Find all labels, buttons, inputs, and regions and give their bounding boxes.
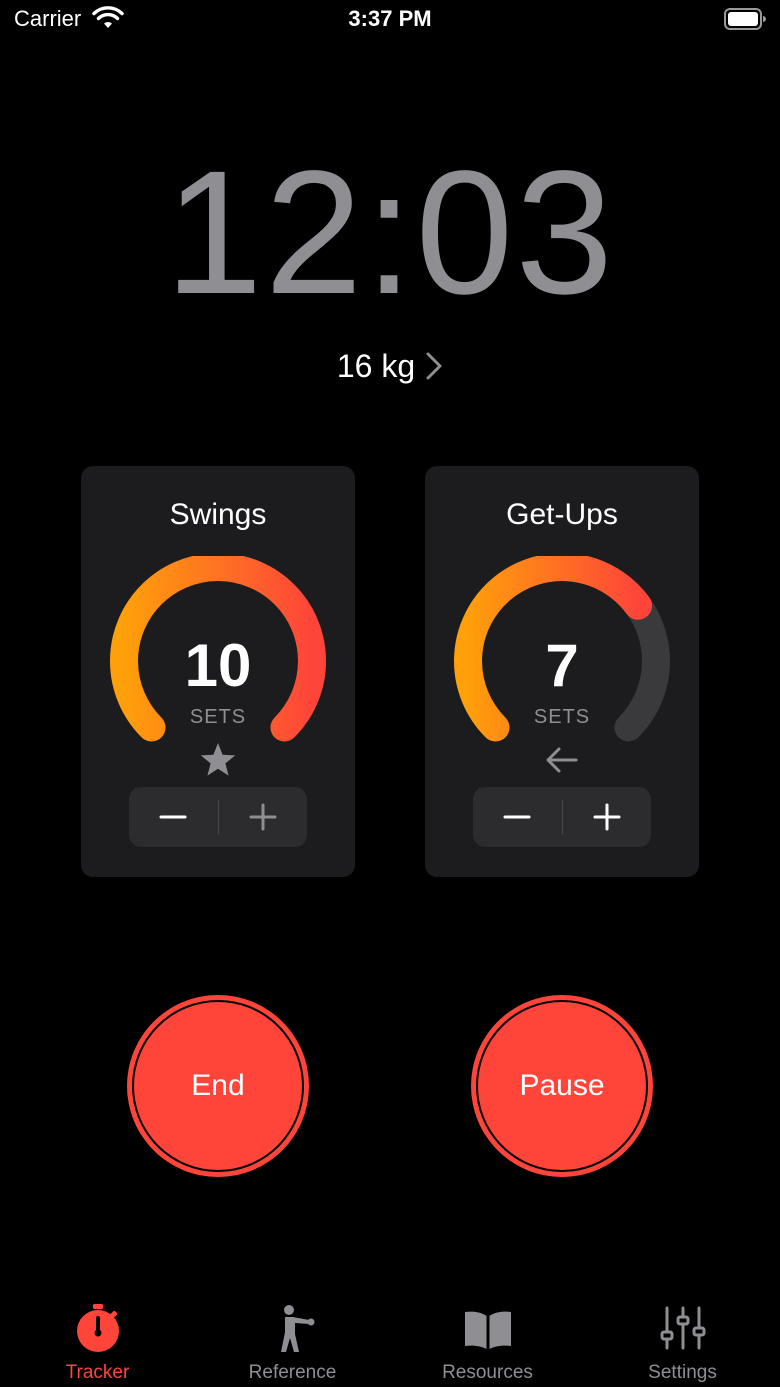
decrement-button[interactable] bbox=[129, 787, 218, 847]
exercise-title: Get-Ups bbox=[506, 498, 618, 531]
sets-count: 7 bbox=[545, 632, 579, 699]
battery-icon bbox=[724, 8, 766, 30]
exercise-card-getups: Get-Ups 7 SETS bbox=[425, 466, 699, 877]
arrow-left-icon bbox=[546, 747, 578, 773]
increment-button[interactable] bbox=[219, 787, 308, 847]
book-icon bbox=[465, 1311, 511, 1349]
end-button-label: End bbox=[191, 1069, 245, 1102]
tab-resources[interactable]: Resources bbox=[390, 1290, 585, 1387]
increment-button[interactable] bbox=[563, 787, 652, 847]
minus-icon bbox=[503, 815, 531, 819]
sets-unit-label: SETS bbox=[533, 706, 591, 728]
minus-icon bbox=[159, 815, 187, 819]
chevron-right-icon bbox=[426, 352, 442, 380]
tab-settings[interactable]: Settings bbox=[585, 1290, 780, 1387]
tab-label: Tracker bbox=[65, 1362, 130, 1383]
stopwatch-icon bbox=[77, 1304, 119, 1352]
weight-label: 16 kg bbox=[336, 347, 416, 384]
sliders-icon bbox=[660, 1306, 706, 1350]
end-button[interactable]: End bbox=[127, 995, 309, 1177]
star-icon bbox=[200, 743, 236, 776]
sets-count: 10 bbox=[184, 632, 252, 699]
sets-stepper bbox=[473, 787, 651, 847]
tab-tracker[interactable]: Tracker bbox=[0, 1290, 195, 1387]
tab-label: Reference bbox=[248, 1362, 337, 1383]
sets-stepper bbox=[129, 787, 307, 847]
status-bar: Carrier 3:37 PM bbox=[0, 0, 780, 40]
tab-reference[interactable]: Reference bbox=[195, 1290, 390, 1387]
elapsed-timer: 12:03 bbox=[164, 135, 616, 331]
figure-icon bbox=[281, 1305, 315, 1352]
pause-button-label: Pause bbox=[519, 1069, 605, 1102]
sets-unit-label: SETS bbox=[189, 706, 247, 728]
tab-label: Resources bbox=[442, 1362, 533, 1383]
decrement-button[interactable] bbox=[473, 787, 562, 847]
exercise-card-swings: Swings 10 SETS bbox=[81, 466, 355, 877]
tab-label: Settings bbox=[648, 1362, 717, 1383]
plus-icon bbox=[249, 803, 277, 831]
weight-selector[interactable]: 16 kg bbox=[0, 344, 780, 388]
plus-icon bbox=[593, 803, 621, 831]
exercise-title: Swings bbox=[169, 498, 267, 531]
tab-bar: Tracker Reference Resources Settings bbox=[0, 1290, 780, 1387]
status-time: 3:37 PM bbox=[348, 6, 432, 31]
pause-button[interactable]: Pause bbox=[471, 995, 653, 1177]
